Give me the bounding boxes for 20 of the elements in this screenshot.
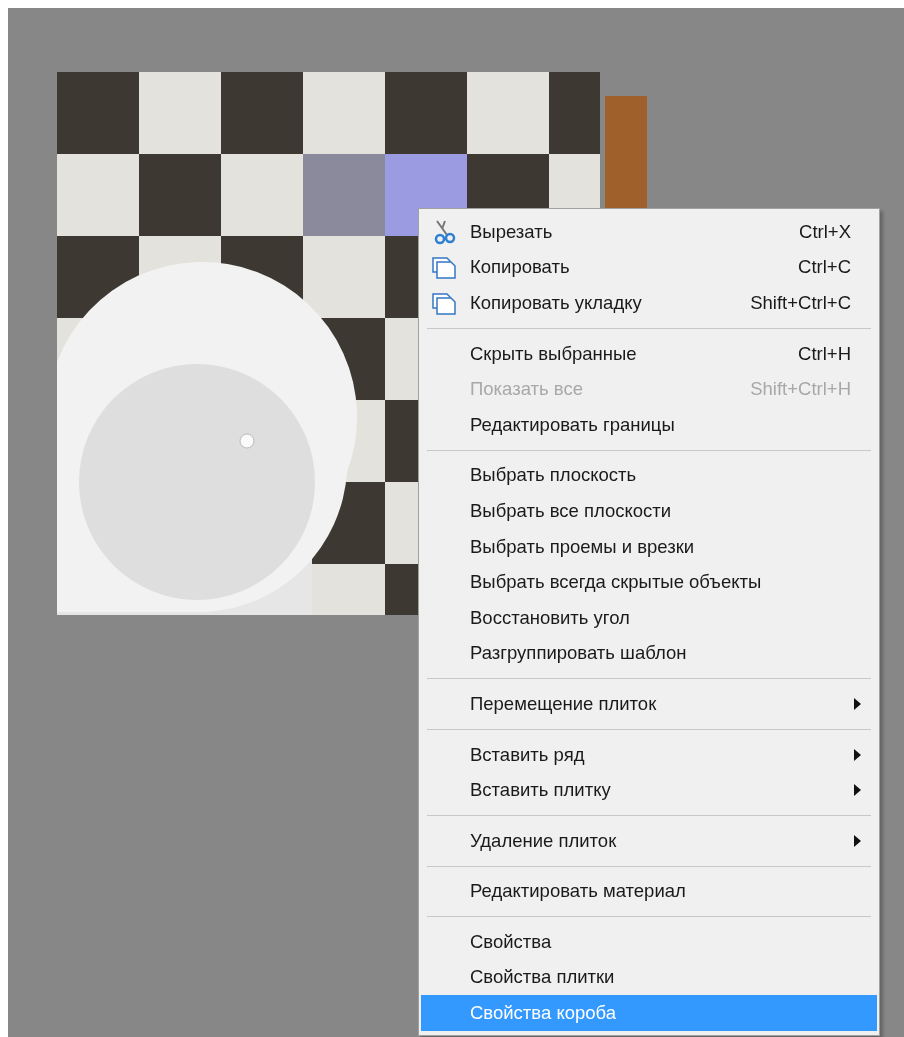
- menu-item[interactable]: Вставить ряд: [421, 736, 877, 773]
- menu-item[interactable]: Свойства плитки: [421, 959, 877, 996]
- menu-item[interactable]: Удаление плиток: [421, 822, 877, 859]
- copy-icon: [431, 254, 457, 281]
- menu-item[interactable]: Вставить плитку: [421, 772, 877, 808]
- menu-item[interactable]: Выбрать плоскость: [421, 457, 877, 494]
- menu-item[interactable]: Перемещение плиток: [421, 686, 877, 722]
- menu-item[interactable]: Свойства: [421, 924, 877, 960]
- menu-item[interactable]: Копировать укладку Shift+Ctrl+C: [421, 285, 877, 321]
- menu-item[interactable]: Скрыть выбранные Ctrl+H: [421, 335, 877, 372]
- menu-item[interactable]: Восстановить угол: [421, 599, 877, 636]
- menu-item[interactable]: Редактировать границы: [421, 406, 877, 443]
- menu-item[interactable]: Вырезать Ctrl+X: [421, 214, 877, 250]
- menu-item[interactable]: Редактировать материал: [421, 873, 877, 910]
- copy-icon: [431, 290, 457, 316]
- menu-item[interactable]: Копировать Ctrl+C: [421, 249, 877, 286]
- menu-item[interactable]: Выбрать все плоскости: [421, 493, 877, 529]
- menu-item[interactable]: Разгруппировать шаблон: [421, 635, 877, 672]
- menu-item[interactable]: Выбрать всегда скрытые объекты: [421, 564, 877, 600]
- menu-item[interactable]: Выбрать проемы и врезки: [421, 528, 877, 565]
